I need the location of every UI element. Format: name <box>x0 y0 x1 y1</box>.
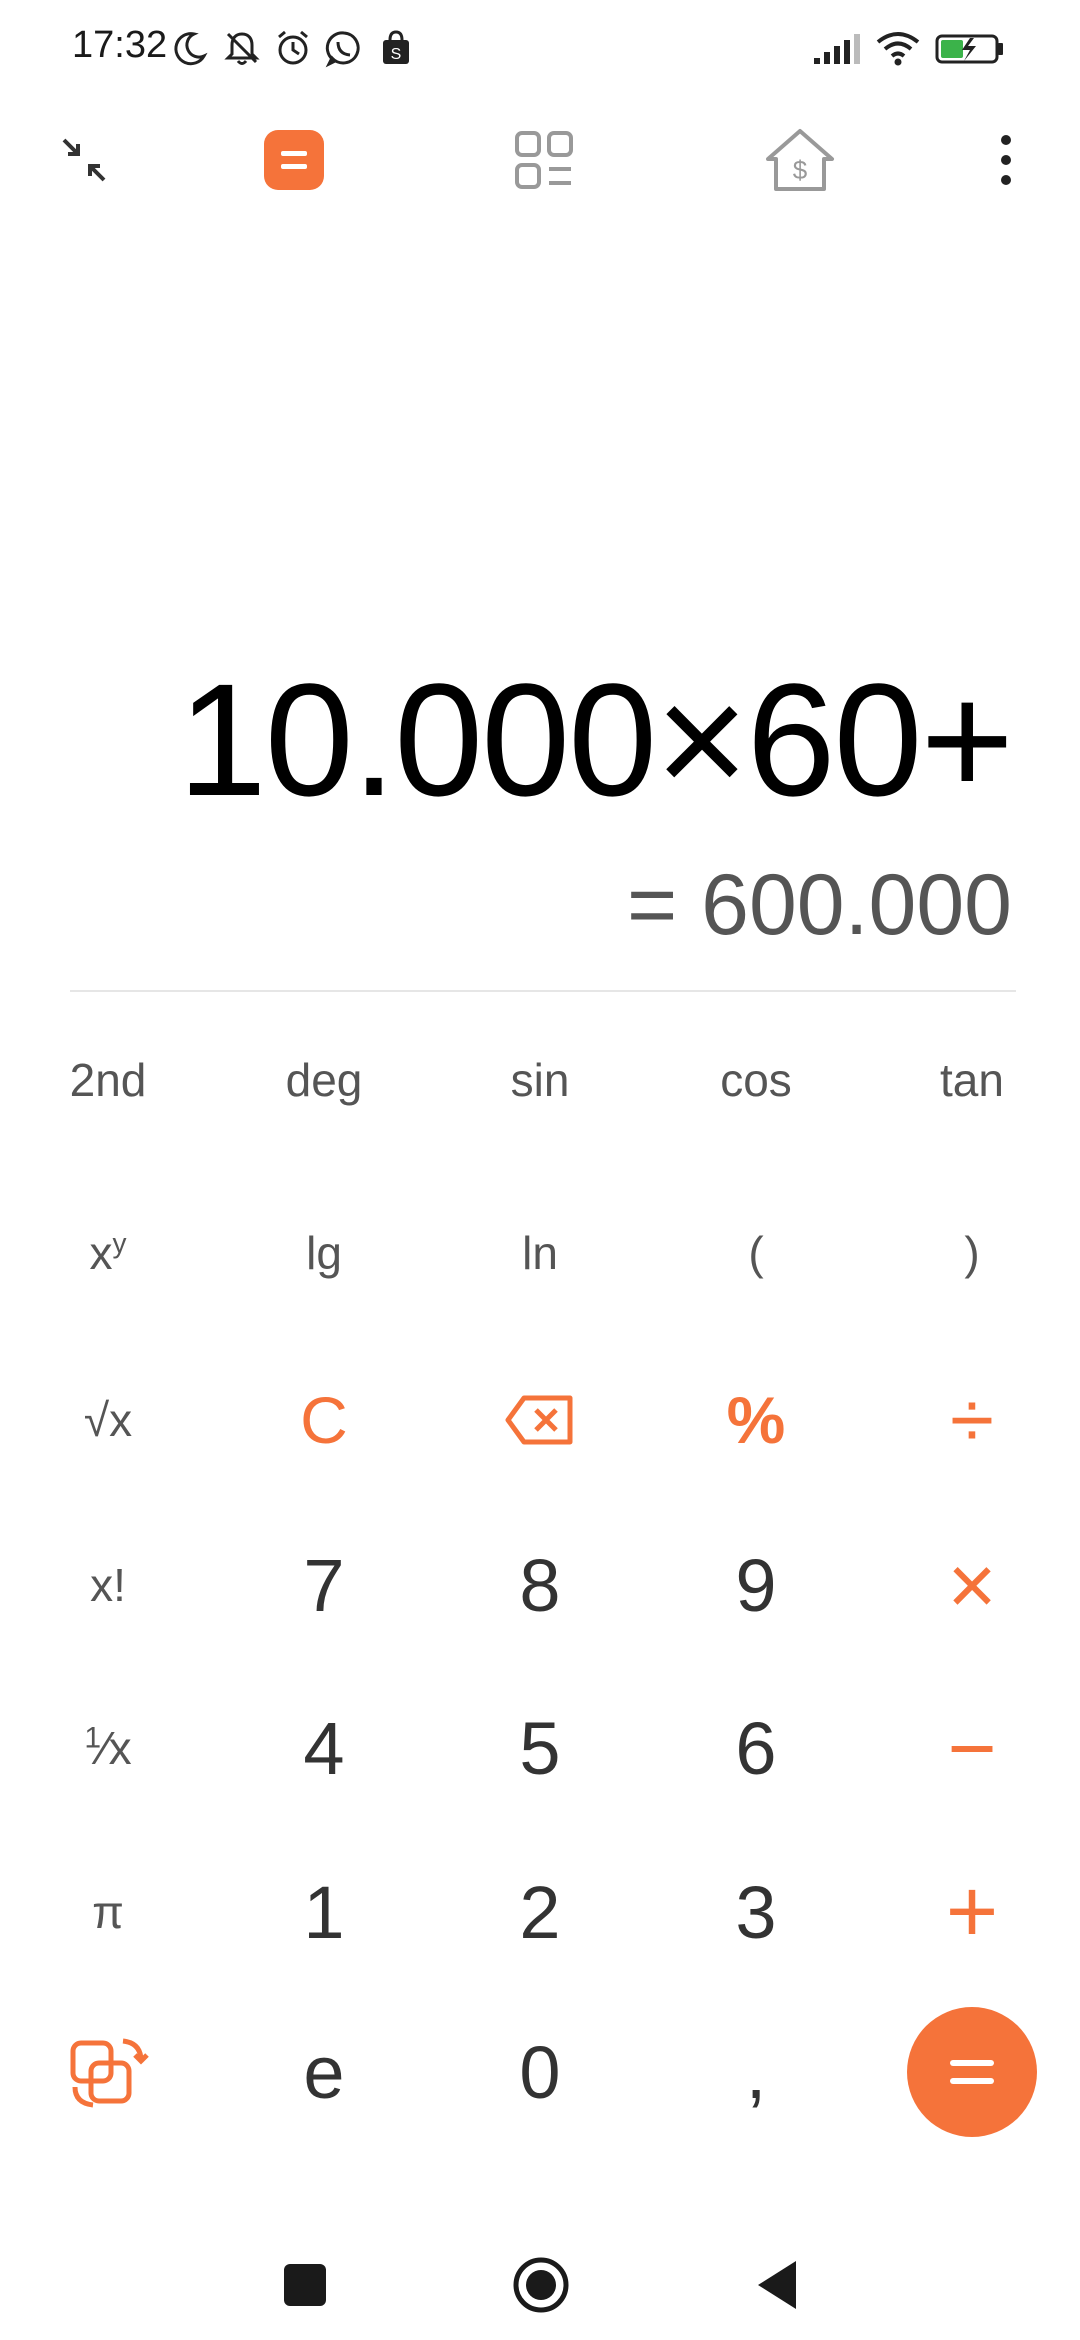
percent-key[interactable]: % <box>686 1365 826 1475</box>
switch-mode-icon <box>70 2038 149 2108</box>
status-bar: 17:32 S <box>0 0 1080 100</box>
second-key[interactable]: 2nd <box>38 1025 178 1135</box>
home-circle-icon <box>513 2257 569 2313</box>
top-toolbar: $ <box>0 110 1080 210</box>
digit-2-key[interactable]: 2 <box>470 1857 610 1967</box>
switch-mode-key[interactable] <box>38 2017 178 2127</box>
reciprocal-key[interactable]: 1⁄x <box>38 1693 178 1803</box>
backspace-key[interactable] <box>470 1365 610 1475</box>
factorial-key[interactable]: x! <box>38 1530 178 1640</box>
tan-key[interactable]: tan <box>902 1025 1042 1135</box>
more-options-button[interactable] <box>956 110 1056 210</box>
cos-key[interactable]: cos <box>686 1025 826 1135</box>
digit-1-key[interactable]: 1 <box>254 1857 394 1967</box>
close-paren-key[interactable]: ) <box>902 1198 1042 1308</box>
svg-text:S: S <box>391 46 402 63</box>
digit-5-key[interactable]: 5 <box>470 1693 610 1803</box>
divide-key[interactable]: ÷ <box>902 1365 1042 1475</box>
pi-key[interactable]: π <box>38 1857 178 1967</box>
status-time: 17:32 <box>72 24 168 66</box>
clear-key[interactable]: C <box>254 1365 394 1475</box>
power-key[interactable]: xy <box>38 1198 178 1308</box>
calculator-icon <box>264 130 324 190</box>
e-constant-key[interactable]: e <box>254 2017 394 2127</box>
power-key-label: xy <box>89 1227 127 1279</box>
digit-4-key[interactable]: 4 <box>254 1693 394 1803</box>
ln-key[interactable]: ln <box>470 1198 610 1308</box>
back-triangle-icon <box>758 2261 796 2309</box>
recents-square-icon <box>284 2264 326 2306</box>
digit-3-key[interactable]: 3 <box>686 1857 826 1967</box>
battery-charging-icon <box>935 34 1003 64</box>
svg-text:$: $ <box>793 155 808 185</box>
whatsapp-icon <box>325 31 360 68</box>
keypad: 2nd deg sin cos tan xy lg ln ( ) √x C % … <box>0 1005 1080 2155</box>
sqrt-key[interactable]: √x <box>38 1365 178 1475</box>
digit-8-key[interactable]: 8 <box>470 1530 610 1640</box>
signal-icon <box>814 34 860 64</box>
digit-9-key[interactable]: 9 <box>686 1530 826 1640</box>
display-divider <box>70 990 1016 992</box>
minimize-button[interactable] <box>34 110 134 210</box>
plus-key[interactable]: + <box>902 1857 1042 1967</box>
bell-off-icon <box>224 32 260 65</box>
result-display: = 600.000 <box>627 857 1012 953</box>
calculator-tab[interactable] <box>244 110 344 210</box>
minus-key[interactable]: − <box>902 1693 1042 1803</box>
open-paren-key[interactable]: ( <box>686 1198 826 1308</box>
deg-key[interactable]: deg <box>254 1025 394 1135</box>
wifi-icon <box>876 32 920 66</box>
reciprocal-key-label: 1⁄x <box>84 1721 132 1774</box>
home-button[interactable] <box>486 2230 596 2340</box>
equals-icon <box>950 2060 994 2084</box>
digit-0-key[interactable]: 0 <box>470 2017 610 2127</box>
converter-grid-icon <box>515 131 573 189</box>
finance-tab[interactable]: $ <box>750 110 850 210</box>
recents-button[interactable] <box>250 2230 360 2340</box>
multiply-key[interactable]: × <box>902 1530 1042 1640</box>
equals-button-circle <box>907 2007 1037 2137</box>
moon-icon <box>174 32 208 66</box>
digit-6-key[interactable]: 6 <box>686 1693 826 1803</box>
lg-key[interactable]: lg <box>254 1198 394 1308</box>
alarm-icon <box>278 30 308 65</box>
decimal-key[interactable]: , <box>686 2017 826 2127</box>
back-button[interactable] <box>722 2230 832 2340</box>
backspace-icon <box>505 1395 573 1445</box>
minimize-icon <box>62 138 106 182</box>
more-vert-icon <box>1001 135 1011 185</box>
expression-display: 10.000×60+ <box>177 650 1014 829</box>
equals-key[interactable] <box>902 2007 1042 2137</box>
digit-7-key[interactable]: 7 <box>254 1530 394 1640</box>
navigation-bar <box>0 2230 1080 2340</box>
finance-house-icon: $ <box>766 129 834 191</box>
converter-tab[interactable] <box>494 110 594 210</box>
shopping-bag-icon: S <box>383 30 409 64</box>
sin-key[interactable]: sin <box>470 1025 610 1135</box>
